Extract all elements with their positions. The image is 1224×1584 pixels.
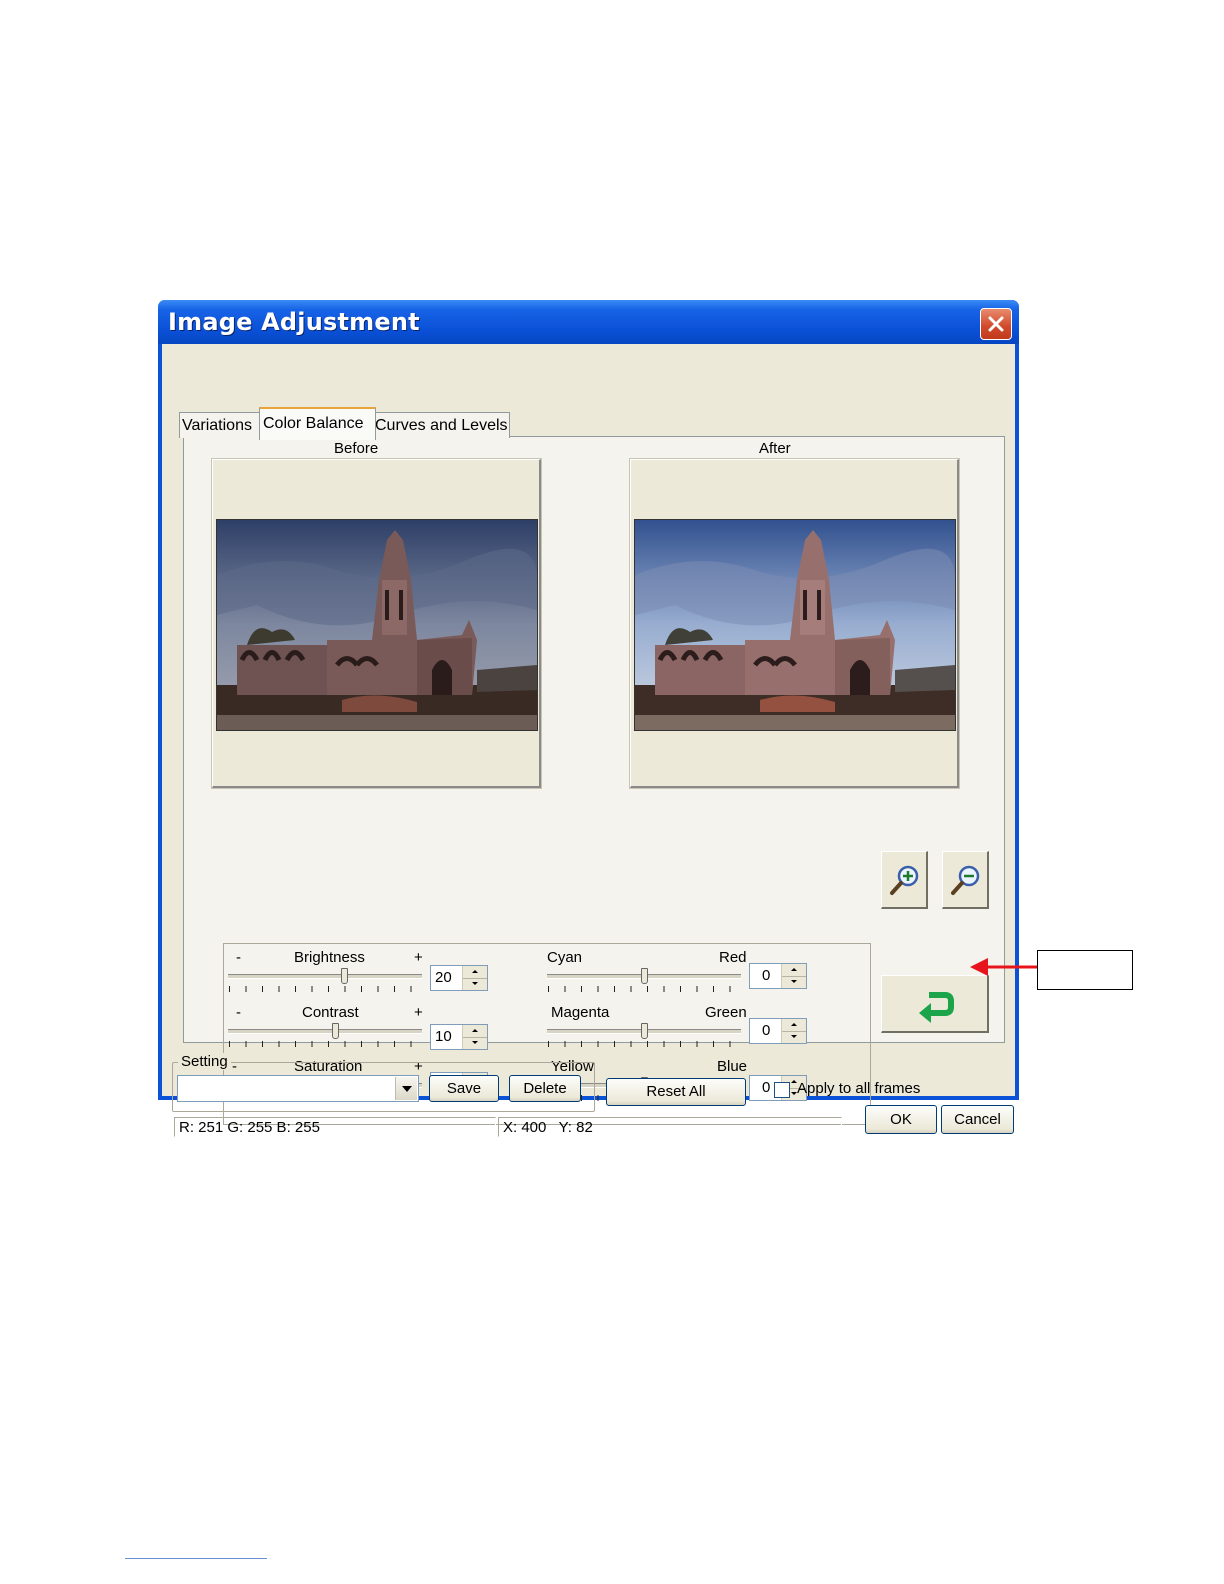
magenta-green-slider-thumb[interactable] <box>641 1023 648 1039</box>
brightness-ticks <box>229 986 423 992</box>
cyan-label: Cyan <box>547 949 583 966</box>
up-arrow-icon <box>791 1023 797 1026</box>
cyan-red-spin-buttons <box>781 964 806 988</box>
tab-color-balance[interactable]: Color Balance <box>259 407 376 440</box>
brightness-minus: - <box>236 949 241 966</box>
zoom-in-button[interactable] <box>881 851 928 909</box>
after-label: After <box>759 440 791 457</box>
cyan-red-value: 0 <box>762 967 771 984</box>
tab-color-balance-label: Color Balance <box>263 415 364 432</box>
brightness-slider-thumb[interactable] <box>341 968 348 984</box>
setting-dropdown-button[interactable] <box>395 1077 417 1100</box>
before-label: Before <box>334 440 379 457</box>
contrast-spinbox[interactable]: 10 <box>430 1024 488 1050</box>
magenta-green-spinbox[interactable]: 0 <box>749 1018 807 1044</box>
cyan-red-slider-thumb[interactable] <box>641 968 648 984</box>
magenta-green-spin-buttons <box>781 1019 806 1043</box>
title-bar[interactable]: Image Adjustment <box>158 300 1019 344</box>
undo-arrow-icon <box>919 992 954 1023</box>
after-preview <box>629 458 960 789</box>
apply-to-all-frames-label: Apply to all frames <box>797 1080 921 1097</box>
down-arrow-icon <box>472 1041 478 1044</box>
contrast-plus: + <box>414 1004 423 1021</box>
tab-panel: Before After - Brightness + 20 - Contras… <box>183 436 1005 1125</box>
chevron-down-icon <box>402 1086 412 1092</box>
brightness-spin-down[interactable] <box>463 978 487 990</box>
close-button[interactable] <box>980 308 1012 340</box>
brightness-label: Brightness <box>294 949 365 966</box>
contrast-row: - Contrast + 10 <box>228 1004 498 1060</box>
setting-dropdown[interactable] <box>177 1075 419 1102</box>
delete-button[interactable]: Delete <box>509 1075 581 1102</box>
image-adjustment-window: Image Adjustment Before After - Brightne… <box>158 300 1019 1137</box>
dialog-client-area: Before After - Brightness + 20 - Contras… <box>162 344 1015 1137</box>
after-image <box>634 519 956 731</box>
footnote-rule <box>125 1558 267 1559</box>
contrast-label: Contrast <box>302 1004 359 1021</box>
status-coords-panel: X: 400 Y: 82 <box>498 1117 842 1137</box>
cancel-button[interactable]: Cancel <box>941 1105 1014 1134</box>
up-arrow-icon <box>472 1029 478 1032</box>
blue-label: Blue <box>717 1058 748 1075</box>
reset-all-button[interactable]: Reset All <box>606 1078 746 1106</box>
status-coords: X: 400 Y: 82 <box>503 1119 593 1136</box>
magenta-green-spin-down[interactable] <box>782 1031 806 1043</box>
cyan-red-spinbox[interactable]: 0 <box>749 963 807 989</box>
ok-button[interactable]: OK <box>865 1105 937 1134</box>
contrast-spin-down[interactable] <box>463 1037 487 1049</box>
close-icon <box>988 316 1004 332</box>
tab-variations[interactable]: Variations <box>179 412 263 438</box>
down-arrow-icon <box>791 1035 797 1038</box>
down-arrow-icon <box>791 980 797 983</box>
zoom-in-icon <box>890 865 919 895</box>
tab-curves-label: Curves and Levels <box>375 417 508 434</box>
contrast-ticks <box>229 1041 423 1047</box>
cyan-red-spin-down[interactable] <box>782 976 806 988</box>
contrast-slider-track[interactable] <box>228 1029 422 1034</box>
brightness-row: - Brightness + 20 <box>228 949 498 1005</box>
contrast-value: 10 <box>435 1028 452 1045</box>
setting-group-label: Setting <box>178 1053 231 1070</box>
contrast-minus: - <box>236 1004 241 1021</box>
magenta-label: Magenta <box>551 1004 610 1021</box>
save-button[interactable]: Save <box>429 1075 499 1102</box>
red-label: Red <box>719 949 747 966</box>
apply-to-all-frames-checkbox[interactable] <box>774 1082 790 1098</box>
brightness-spinbox[interactable]: 20 <box>430 965 488 991</box>
callout-arrow <box>970 958 1038 976</box>
status-rgb-panel: R: 251 G: 255 B: 255 <box>174 1117 496 1137</box>
zoom-out-icon <box>951 865 980 895</box>
magenta-green-row: Magenta Green 0 <box>547 1004 817 1060</box>
magenta-green-ticks <box>548 1041 742 1047</box>
green-label: Green <box>705 1004 747 1021</box>
before-image <box>216 519 538 731</box>
tab-variations-label: Variations <box>182 417 252 434</box>
brightness-spin-buttons <box>462 966 487 990</box>
status-rgb: R: 251 G: 255 B: 255 <box>179 1119 320 1136</box>
contrast-slider-thumb[interactable] <box>332 1023 339 1039</box>
zoom-out-button[interactable] <box>942 851 989 909</box>
up-arrow-icon <box>472 970 478 973</box>
up-arrow-icon <box>791 968 797 971</box>
brightness-value: 20 <box>435 969 452 986</box>
yellow-blue-value: 0 <box>762 1079 771 1096</box>
cyan-red-ticks <box>548 986 742 992</box>
brightness-plus: + <box>414 949 423 966</box>
cyan-red-row: Cyan Red 0 <box>547 949 817 1005</box>
window-title: Image Adjustment <box>168 308 420 336</box>
contrast-spin-buttons <box>462 1025 487 1049</box>
tab-curves-and-levels[interactable]: Curves and Levels <box>373 412 510 438</box>
magenta-green-value: 0 <box>762 1022 771 1039</box>
down-arrow-icon <box>472 982 478 985</box>
brightness-slider-track[interactable] <box>228 974 422 979</box>
before-preview <box>211 458 542 789</box>
callout-box <box>1037 950 1133 990</box>
